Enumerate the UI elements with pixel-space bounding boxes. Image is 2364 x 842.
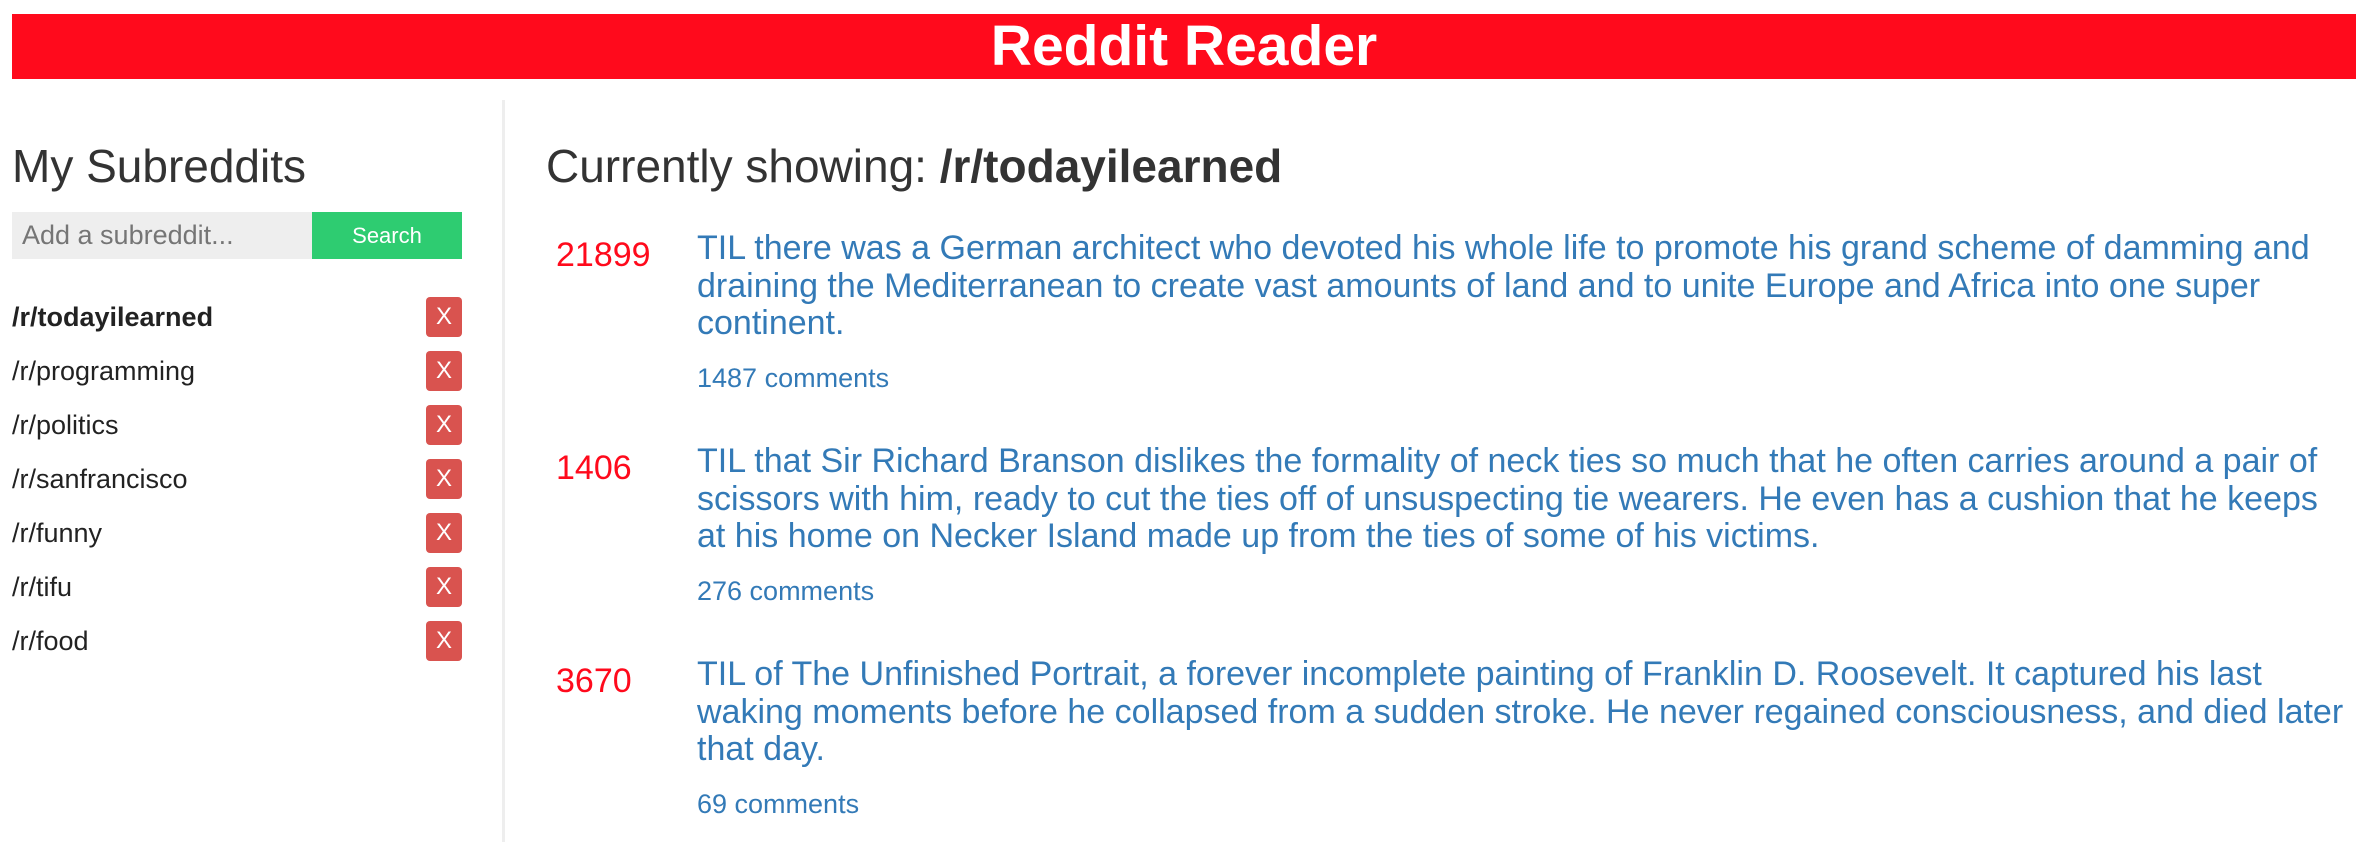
post-score: 3670 (556, 662, 632, 700)
sidebar-item-politics[interactable]: /r/politics X (12, 398, 462, 452)
subreddit-label: /r/food (12, 625, 89, 656)
post-comments-link[interactable]: 276 comments (697, 576, 874, 607)
column-divider (502, 100, 505, 842)
post-score: 21899 (556, 236, 651, 274)
add-subreddit-form: Search (12, 212, 462, 259)
subreddit-label: /r/tifu (12, 571, 73, 602)
sidebar: My Subreddits Search /r/todayilearned X … (12, 100, 462, 842)
post-body: TIL that Sir Richard Branson dislikes th… (697, 442, 2345, 607)
post-body: TIL of The Unfinished Portrait, a foreve… (697, 655, 2345, 820)
sidebar-item-todayilearned[interactable]: /r/todayilearned X (12, 290, 462, 344)
sidebar-item-food[interactable]: /r/food X (12, 614, 462, 668)
remove-subreddit-button[interactable]: X (426, 621, 462, 661)
post-comments-link[interactable]: 1487 comments (697, 363, 889, 394)
remove-subreddit-button[interactable]: X (426, 297, 462, 337)
post-body: TIL there was a German architect who dev… (697, 229, 2345, 394)
search-button[interactable]: Search (312, 212, 462, 259)
post-title-link[interactable]: TIL there was a German architect who dev… (697, 229, 2345, 343)
sidebar-item-programming[interactable]: /r/programming X (12, 344, 462, 398)
subreddit-label: /r/sanfrancisco (12, 463, 188, 494)
remove-subreddit-button[interactable]: X (426, 459, 462, 499)
remove-subreddit-button[interactable]: X (426, 405, 462, 445)
add-subreddit-input[interactable] (12, 212, 312, 259)
app-title: Reddit Reader (990, 14, 1378, 78)
main-content: Currently showing: /r/todayilearned 2189… (546, 100, 2346, 842)
subreddit-label: /r/todayilearned (12, 301, 214, 332)
remove-subreddit-button[interactable]: X (426, 513, 462, 553)
subreddit-list: /r/todayilearned X /r/programming X /r/p… (12, 290, 462, 668)
page-title-prefix: Currently showing: (546, 140, 940, 192)
remove-subreddit-button[interactable]: X (426, 567, 462, 607)
sidebar-item-sanfrancisco[interactable]: /r/sanfrancisco X (12, 452, 462, 506)
subreddit-label: /r/funny (12, 517, 103, 548)
sidebar-item-tifu[interactable]: /r/tifu X (12, 560, 462, 614)
page-title: Currently showing: /r/todayilearned (546, 138, 1282, 194)
app-header: Reddit Reader (12, 14, 2356, 79)
sidebar-item-funny[interactable]: /r/funny X (12, 506, 462, 560)
post-title-link[interactable]: TIL that Sir Richard Branson dislikes th… (697, 442, 2345, 556)
subreddit-label: /r/politics (12, 409, 119, 440)
subreddit-label: /r/programming (12, 355, 196, 386)
remove-subreddit-button[interactable]: X (426, 351, 462, 391)
post-score: 1406 (556, 449, 632, 487)
post-comments-link[interactable]: 69 comments (697, 789, 859, 820)
post-title-link[interactable]: TIL of The Unfinished Portrait, a foreve… (697, 655, 2345, 769)
sidebar-heading: My Subreddits (12, 140, 307, 192)
current-subreddit: /r/todayilearned (939, 140, 1283, 192)
